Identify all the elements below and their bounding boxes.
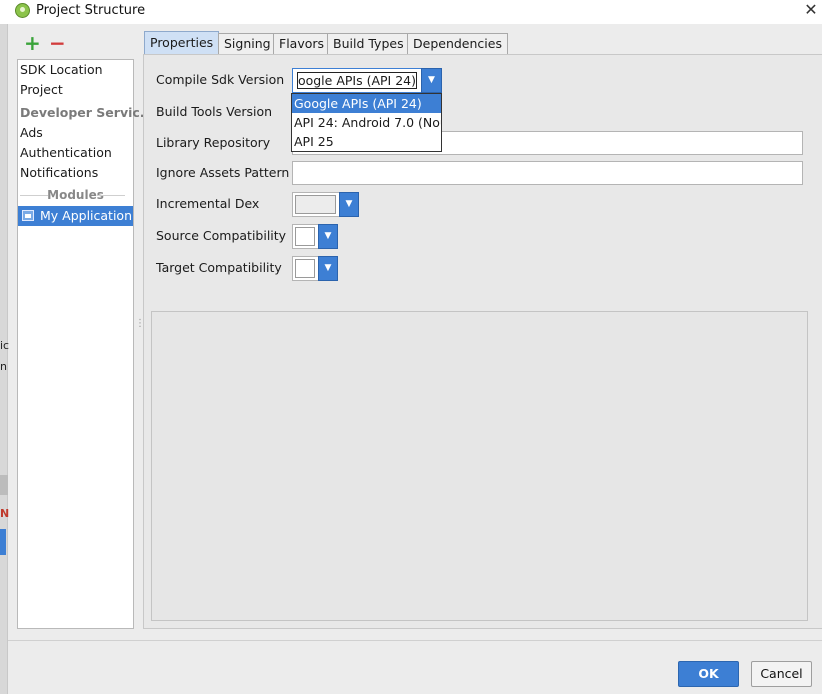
title-bar: Project Structure ✕ [0, 0, 822, 24]
tab-dependencies[interactable]: Dependencies [407, 33, 508, 54]
background-text-fragment: ic [0, 339, 10, 352]
sidebar-item-authentication[interactable]: Authentication [20, 143, 112, 163]
ignore-assets-label: Ignore Assets Pattern [156, 165, 290, 180]
background-widget [0, 529, 6, 555]
sidebar-item-project[interactable]: Project [20, 80, 63, 100]
background-text-fragment: n [0, 360, 7, 373]
background-window-strip: ic n N [0, 24, 10, 694]
background-widget [0, 475, 8, 495]
chevron-down-icon[interactable]: ▼ [339, 192, 359, 217]
dropdown-option-google-apis-24[interactable]: Google APIs (API 24) [292, 94, 441, 113]
splitter-handle[interactable]: ⋮ [135, 319, 145, 336]
divider [8, 640, 822, 641]
ok-button[interactable]: OK [678, 661, 739, 687]
incremental-dex-label: Incremental Dex [156, 196, 260, 211]
tab-build-types[interactable]: Build Types [327, 33, 410, 54]
compile-sdk-combobox[interactable]: Google APIs (API 24) ▼ [292, 68, 442, 93]
tab-flavors[interactable]: Flavors [273, 33, 331, 54]
sidebar-group-developer-services[interactable]: Developer Servic... [20, 103, 154, 123]
chevron-down-icon[interactable]: ▼ [421, 68, 442, 93]
tab-signing[interactable]: Signing [218, 33, 277, 54]
sidebar-item-sdk-location[interactable]: SDK Location [20, 60, 103, 80]
compile-sdk-value[interactable]: Google APIs (API 24) [297, 72, 417, 89]
dropdown-option-api-25[interactable]: API 25 [292, 132, 441, 151]
add-icon[interactable]: + [24, 33, 41, 53]
target-compatibility-combobox[interactable]: ▼ [292, 256, 338, 281]
compile-sdk-dropdown: Google APIs (API 24) API 24: Android 7.0… [291, 93, 442, 152]
cancel-button[interactable]: Cancel [751, 661, 812, 687]
chevron-down-icon[interactable]: ▼ [318, 256, 338, 281]
details-panel [151, 311, 808, 621]
sidebar-item-notifications[interactable]: Notifications [20, 163, 98, 183]
tab-properties[interactable]: Properties [144, 31, 220, 54]
modules-header: Modules [18, 187, 133, 203]
chevron-down-icon[interactable]: ▼ [318, 224, 338, 249]
sidebar-list: SDK Location Project Developer Servic...… [17, 59, 154, 629]
compile-sdk-label: Compile Sdk Version [156, 72, 285, 87]
incremental-dex-value [295, 195, 336, 214]
library-repository-label: Library Repository [156, 135, 271, 150]
source-compatibility-combobox[interactable]: ▼ [292, 224, 338, 249]
remove-icon[interactable]: − [49, 33, 66, 53]
android-studio-icon [15, 3, 30, 18]
source-compatibility-label: Source Compatibility [156, 228, 287, 243]
target-compatibility-value [295, 259, 315, 278]
close-icon[interactable]: ✕ [800, 0, 822, 22]
incremental-dex-combobox[interactable]: ▼ [292, 192, 359, 217]
module-icon [22, 210, 34, 221]
build-tools-label: Build Tools Version [156, 104, 273, 119]
module-label: My Application [40, 208, 132, 223]
dropdown-option-api-24[interactable]: API 24: Android 7.0 (Nougat) [292, 113, 441, 132]
ignore-assets-input[interactable] [292, 161, 803, 185]
sidebar-item-my-application[interactable]: My Application [18, 206, 133, 226]
source-compatibility-value [295, 227, 315, 246]
target-compatibility-label: Target Compatibility [156, 260, 282, 275]
sidebar-item-ads[interactable]: Ads [20, 123, 43, 143]
background-text-fragment: N [0, 507, 10, 520]
window-title: Project Structure [36, 3, 146, 18]
